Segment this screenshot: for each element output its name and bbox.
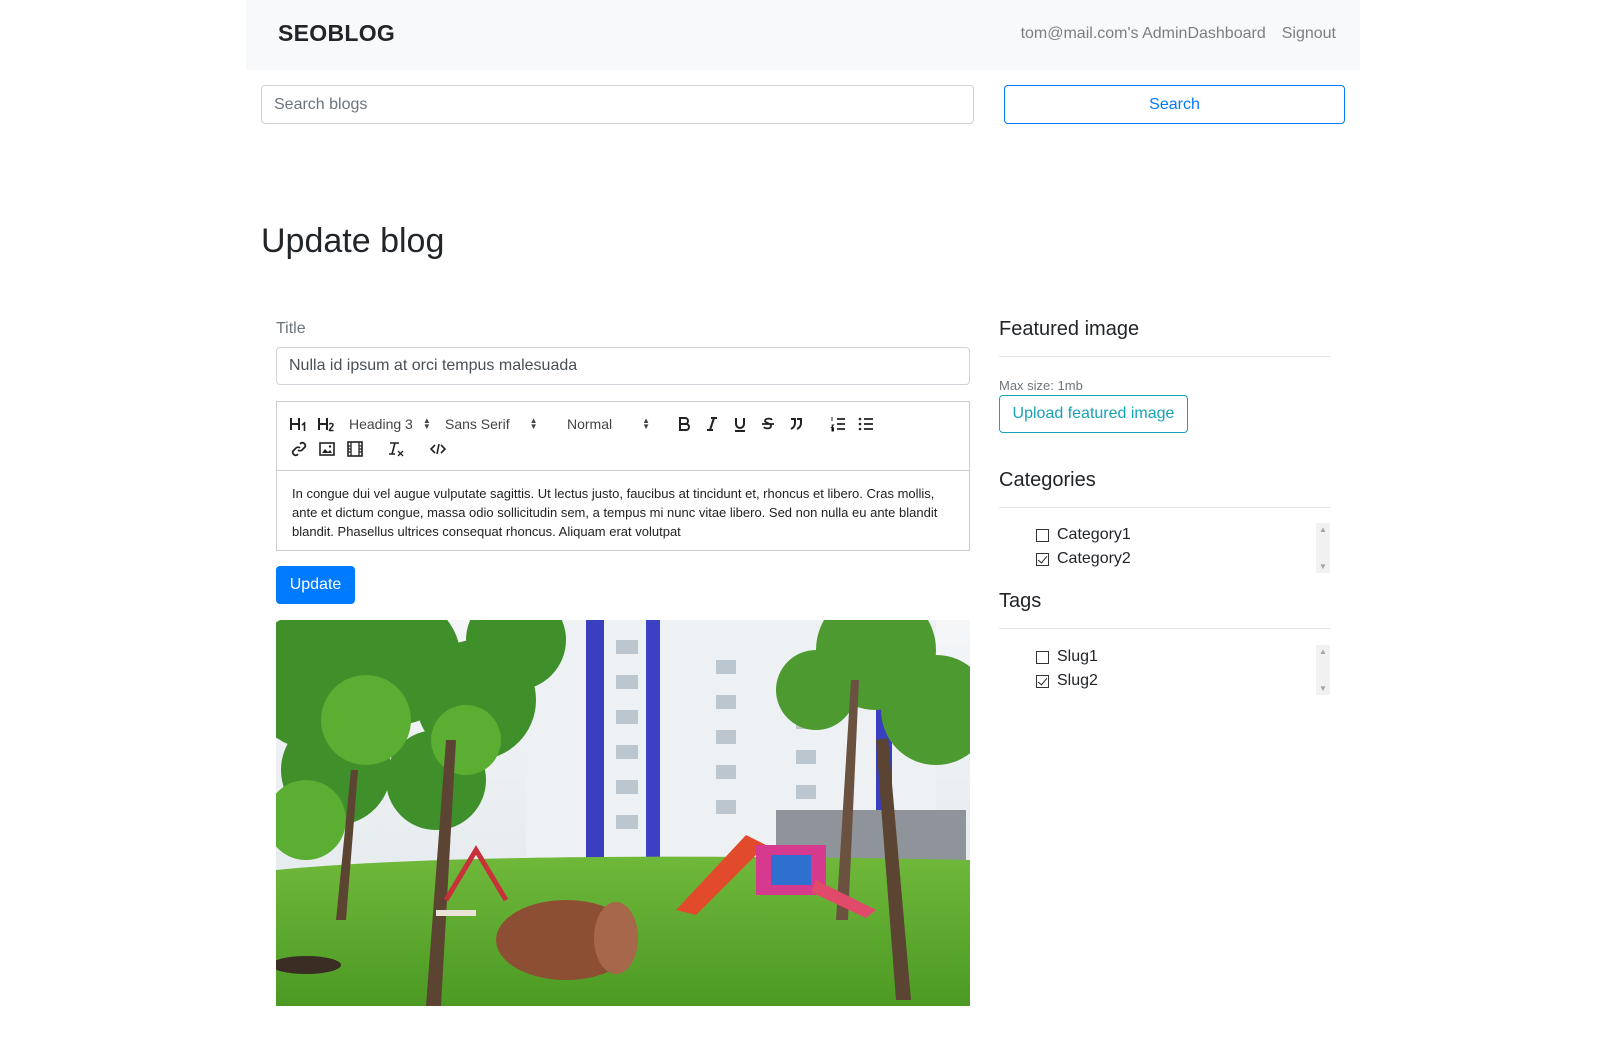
h2-button[interactable] (317, 415, 337, 433)
scroll-down-icon[interactable]: ▼ (1319, 562, 1327, 571)
title-input[interactable] (276, 347, 970, 385)
size-picker[interactable]: Normal ▲ ▼ (567, 414, 650, 434)
slug1-checkbox[interactable] (1036, 650, 1049, 664)
category2-checkbox[interactable] (1036, 552, 1049, 566)
slug2-checkbox[interactable] (1036, 674, 1049, 688)
divider (999, 507, 1330, 508)
categories-scrollbar[interactable]: ▲ ▼ (1316, 523, 1330, 573)
bullet-list-button[interactable] (857, 415, 875, 433)
admin-dashboard-link[interactable]: tom@mail.com's AdminDashboard (1021, 25, 1266, 43)
font-picker[interactable]: Sans Serif ▲ ▼ (445, 414, 538, 434)
max-size-note: Max size: 1mb (999, 378, 1083, 393)
clear-format-button[interactable] (387, 440, 405, 458)
nav-links: tom@mail.com's AdminDashboard Signout (1021, 25, 1336, 43)
code-block-button[interactable] (429, 440, 447, 458)
divider (999, 356, 1330, 357)
list-item: Category1 (1036, 523, 1330, 547)
upload-featured-image-button[interactable]: Upload featured image (999, 395, 1188, 433)
picker-arrows-icon: ▲ ▼ (422, 416, 431, 431)
tags-heading: Tags (999, 590, 1042, 612)
ordered-list-button[interactable] (829, 415, 847, 433)
underline-button[interactable] (731, 415, 749, 433)
search-button[interactable]: Search (1004, 85, 1345, 124)
scroll-up-icon[interactable]: ▲ (1319, 525, 1327, 534)
link-button[interactable] (290, 440, 308, 458)
tag-label: Slug1 (1057, 648, 1098, 665)
italic-button[interactable] (703, 415, 721, 433)
blockquote-button[interactable] (787, 415, 805, 433)
update-button[interactable]: Update (276, 566, 355, 604)
list-item: Category2 (1036, 547, 1330, 571)
navbar: SEOBLOG tom@mail.com's AdminDashboard Si… (246, 0, 1360, 70)
picker-arrows-icon: ▲ ▼ (529, 416, 538, 431)
category-label: Category2 (1057, 550, 1131, 567)
categories-heading: Categories (999, 469, 1096, 491)
search-input[interactable] (261, 85, 974, 124)
featured-image-preview (276, 620, 970, 1006)
tags-list: Slug1 Slug2 ▲ ▼ (1036, 645, 1330, 695)
list-item: Slug1 (1036, 645, 1330, 669)
title-label: Title (276, 320, 306, 337)
divider (999, 628, 1330, 629)
bold-button[interactable] (675, 415, 693, 433)
tag-label: Slug2 (1057, 672, 1098, 689)
rich-text-editor: Heading 3 ▲▼ Sans Serif ▲▼ Normal ▲▼ (276, 401, 970, 551)
upload-featured-image-label: Upload featured image (1012, 405, 1175, 422)
tags-scrollbar[interactable]: ▲ ▼ (1316, 645, 1330, 695)
image-button[interactable] (318, 440, 336, 458)
h1-button[interactable] (289, 415, 309, 433)
editor-toolbar: Heading 3 ▲ ▼ Sans Serif ▲ ▼ Normal ▲ ▼ (277, 402, 969, 471)
font-picker-label: Sans Serif (445, 416, 510, 432)
heading-picker-label: Heading 3 (349, 416, 413, 432)
featured-image-heading: Featured image (999, 318, 1140, 340)
page-title: Update blog (261, 222, 445, 260)
scroll-down-icon[interactable]: ▼ (1319, 684, 1327, 693)
editor-content[interactable]: In congue dui vel augue vulputate sagitt… (277, 471, 969, 554)
category1-checkbox[interactable] (1036, 528, 1049, 542)
category-label: Category1 (1057, 526, 1131, 543)
scroll-up-icon[interactable]: ▲ (1319, 647, 1327, 656)
signout-link[interactable]: Signout (1282, 25, 1336, 43)
size-picker-label: Normal (567, 416, 613, 432)
video-button[interactable] (346, 440, 364, 458)
brand-logo[interactable]: SEOBLOG (278, 20, 395, 47)
categories-list: Category1 Category2 ▲ ▼ (1036, 523, 1330, 573)
picker-arrows-icon: ▲ ▼ (642, 416, 651, 431)
strikethrough-button[interactable] (759, 415, 777, 433)
list-item: Slug2 (1036, 669, 1330, 693)
heading-picker[interactable]: Heading 3 ▲ ▼ (349, 414, 431, 434)
